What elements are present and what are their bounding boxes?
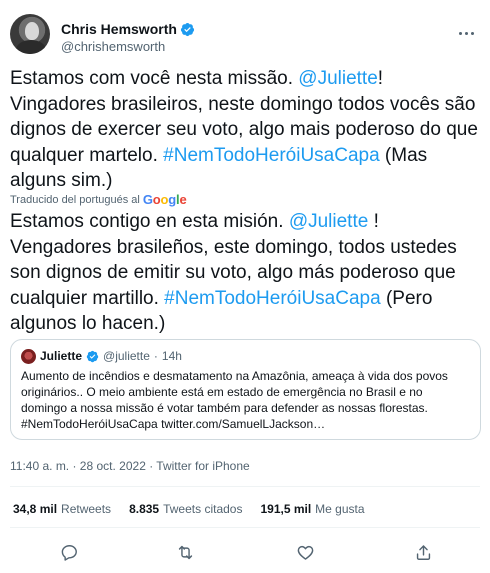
translation-notice: Traducido del portugués al Google <box>10 192 187 207</box>
author-info[interactable]: Chris Hemsworth @chrishemsworth <box>61 21 195 55</box>
author-name[interactable]: Chris Hemsworth <box>61 21 177 37</box>
tweet-actions <box>0 538 490 566</box>
hashtag-link[interactable]: #NemTodoHeróiUsaCapa <box>163 145 380 166</box>
translated-mention-link[interactable]: @Juliette <box>289 211 369 232</box>
divider <box>10 527 480 528</box>
retweet-icon[interactable] <box>173 540 197 564</box>
tweet-detail: Chris Hemsworth @chrishemsworth Estamos … <box>0 0 490 573</box>
translated-hashtag-link[interactable]: #NemTodoHeróiUsaCapa <box>164 288 381 309</box>
tweet-text-original: Estamos com você nesta missão. @Juliette… <box>10 68 478 192</box>
divider <box>10 486 480 487</box>
retweets-stat[interactable]: 34,8 mil Retweets <box>13 502 111 516</box>
quoted-tweet-header: Juliette @juliette · 14h <box>21 348 470 364</box>
like-icon[interactable] <box>293 540 317 564</box>
verified-badge-icon <box>180 22 194 36</box>
author-avatar[interactable] <box>10 14 50 54</box>
quoted-verified-badge-icon <box>86 350 99 362</box>
quoted-tweet-text: Aumento de incêndios e desmatamento na A… <box>21 369 448 431</box>
engagement-stats: 34,8 mil Retweets 8.835 Tweets citados 1… <box>13 502 365 516</box>
quoted-author-avatar <box>21 348 36 364</box>
likes-stat[interactable]: 191,5 mil Me gusta <box>260 502 364 516</box>
author-handle[interactable]: @chrishemsworth <box>61 39 195 55</box>
google-logo: Google <box>142 192 187 207</box>
quoted-author-handle: @juliette <box>103 349 150 363</box>
quoted-time: 14h <box>161 349 182 363</box>
share-icon[interactable] <box>411 540 435 564</box>
tweet-timestamp[interactable]: 11:40 a. m. · 28 oct. 2022 · Twitter for… <box>10 459 250 473</box>
more-options-icon[interactable] <box>456 24 476 42</box>
quoted-author-name: Juliette <box>40 349 83 363</box>
tweet-header: Chris Hemsworth @chrishemsworth <box>10 14 480 62</box>
quoted-tweet[interactable]: Juliette @juliette · 14h Aumento de incê… <box>10 339 481 440</box>
quoted-separator: · <box>153 349 158 363</box>
reply-icon[interactable] <box>57 540 81 564</box>
tweet-text-translated: Estamos contigo en esta misión. @Juliett… <box>10 211 457 335</box>
mention-link[interactable]: @Juliette <box>298 68 378 89</box>
quote-tweets-stat[interactable]: 8.835 Tweets citados <box>129 502 242 516</box>
